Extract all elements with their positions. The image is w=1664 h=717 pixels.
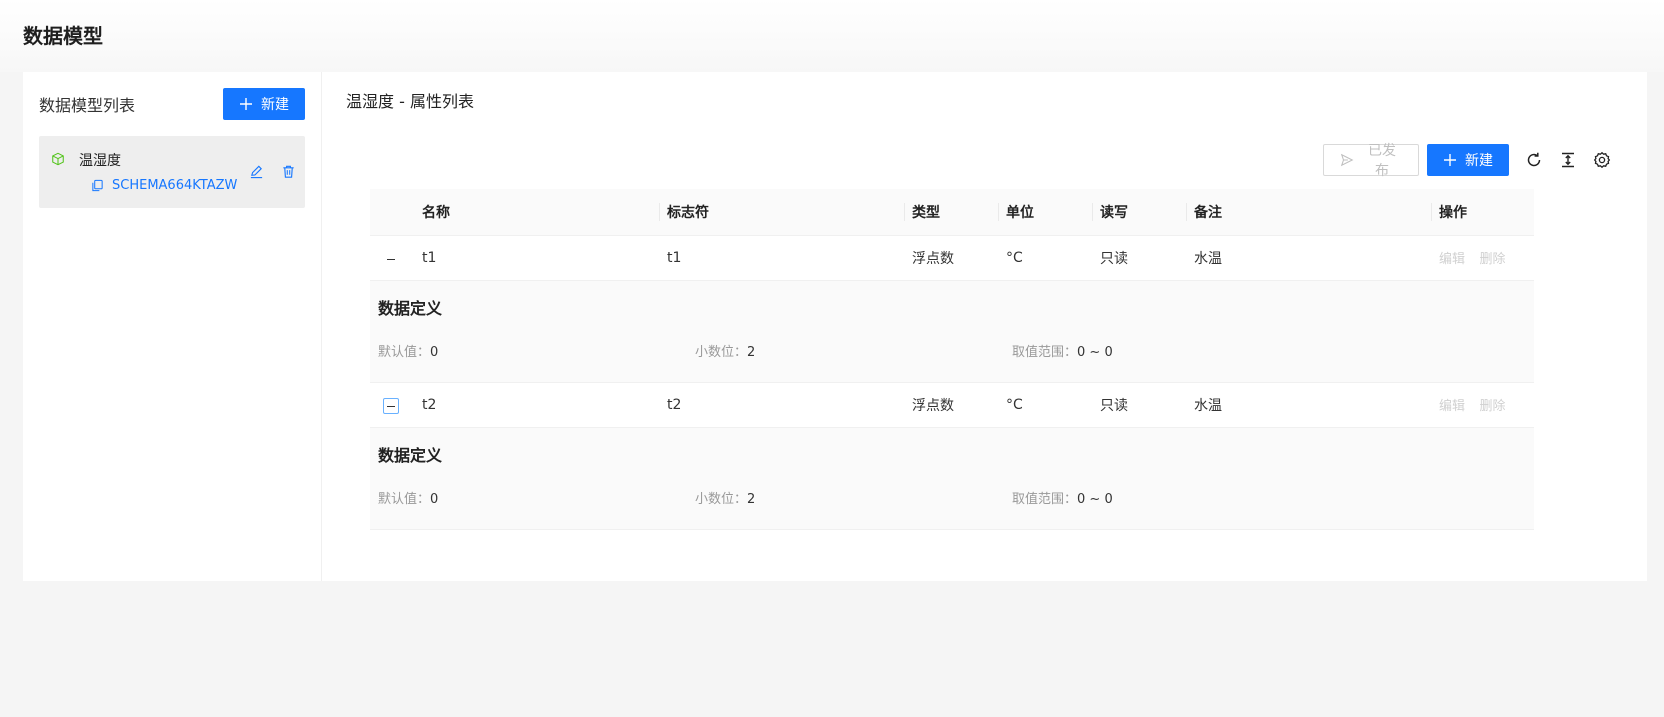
detail-default: 默认值：0 <box>378 344 439 360</box>
plus-icon <box>1443 153 1457 167</box>
new-attribute-label: 新建 <box>1465 153 1493 169</box>
edit-link[interactable]: 编辑 <box>1439 399 1465 414</box>
minus-icon <box>387 258 395 260</box>
cell-note: 水温 <box>1186 235 1431 281</box>
model-list-panel: 数据模型列表 新建 温湿度 SCHEMA664KTAZW <box>23 72 322 581</box>
expanded-detail-row: 数据定义 默认值：0 小数位：2 取值范围：0 ~ 0 <box>370 427 1534 530</box>
column-actions: 操作 <box>1431 189 1534 236</box>
new-model-button[interactable]: 新建 <box>223 88 305 120</box>
cell-type: 浮点数 <box>904 382 998 428</box>
cell-unit: °C <box>998 382 1092 428</box>
copy-icon[interactable] <box>91 179 104 192</box>
delete-link[interactable]: 删除 <box>1479 399 1505 414</box>
page-header: 数据模型 <box>0 0 1664 72</box>
detail-default: 默认值：0 <box>378 491 439 507</box>
column-type: 类型 <box>904 189 998 236</box>
model-list-item[interactable]: 温湿度 SCHEMA664KTAZW <box>39 136 305 208</box>
publish-label: 已发布 <box>1368 143 1396 179</box>
collapse-row-button[interactable] <box>383 398 399 415</box>
reload-icon[interactable] <box>1525 151 1543 169</box>
main-container: 数据模型列表 新建 温湿度 SCHEMA664KTAZW 温湿度 - 属性列表 … <box>23 72 1647 581</box>
publish-button[interactable]: 已发布 <box>1323 143 1419 179</box>
cell-note: 水温 <box>1186 382 1431 428</box>
expanded-detail-row: 数据定义 默认值：0 小数位：2 取值范围：0 ~ 0 <box>370 280 1534 383</box>
cell-identifier: t1 <box>659 235 904 281</box>
table-row: t2 t2 浮点数 °C 只读 水温 编辑 删除 <box>370 382 1534 428</box>
column-unit: 单位 <box>998 189 1092 236</box>
send-icon <box>1340 153 1354 167</box>
new-attribute-button[interactable]: 新建 <box>1427 144 1509 176</box>
table-header-row: 名称 标志符 类型 单位 读写 备注 操作 <box>370 189 1534 236</box>
column-rw: 读写 <box>1092 189 1186 236</box>
model-name: 温湿度 <box>79 153 121 169</box>
detail-decimal: 小数位：2 <box>695 491 756 507</box>
attribute-panel: 温湿度 - 属性列表 已发布 新建 名称 标志符 类型 单位 读写 备注 操作 … <box>322 72 1647 581</box>
delete-icon[interactable] <box>281 164 297 180</box>
attribute-toolbar: 已发布 新建 <box>1323 143 1611 179</box>
minus-icon <box>387 405 395 407</box>
model-schema-id[interactable]: SCHEMA664KTAZW <box>112 178 237 193</box>
cell-rw: 只读 <box>1092 382 1186 428</box>
cell-actions: 编辑 删除 <box>1431 235 1534 281</box>
cell-unit: °C <box>998 235 1092 281</box>
detail-range: 取值范围：0 ~ 0 <box>1012 344 1113 360</box>
column-name: 名称 <box>414 189 659 236</box>
page-title: 数据模型 <box>23 24 103 48</box>
cube-icon <box>51 152 67 168</box>
delete-link[interactable]: 删除 <box>1479 252 1505 267</box>
cell-name: t1 <box>414 235 659 281</box>
cell-name: t2 <box>414 382 659 428</box>
plus-icon <box>239 97 253 111</box>
collapse-row-button[interactable] <box>383 251 399 267</box>
detail-range: 取值范围：0 ~ 0 <box>1012 491 1113 507</box>
column-expand <box>370 189 414 236</box>
cell-rw: 只读 <box>1092 235 1186 281</box>
setting-icon[interactable] <box>1593 151 1611 169</box>
edit-link[interactable]: 编辑 <box>1439 252 1465 267</box>
attribute-panel-title: 温湿度 - 属性列表 <box>346 92 474 111</box>
attribute-table: 名称 标志符 类型 单位 读写 备注 操作 t1 t1 浮点数 °C 只读 水温… <box>370 189 1534 530</box>
model-list-header: 数据模型列表 新建 <box>39 88 305 120</box>
model-list-title: 数据模型列表 <box>39 96 136 115</box>
table-row: t1 t1 浮点数 °C 只读 水温 编辑 删除 <box>370 235 1534 281</box>
edit-icon[interactable] <box>249 164 265 180</box>
detail-decimal: 小数位：2 <box>695 344 756 360</box>
new-model-label: 新建 <box>261 97 289 113</box>
column-note: 备注 <box>1186 189 1431 236</box>
detail-title: 数据定义 <box>378 445 443 465</box>
column-height-icon[interactable] <box>1559 151 1577 169</box>
column-identifier: 标志符 <box>659 189 904 236</box>
cell-actions: 编辑 删除 <box>1431 382 1534 428</box>
detail-title: 数据定义 <box>378 298 443 318</box>
cell-type: 浮点数 <box>904 235 998 281</box>
cell-identifier: t2 <box>659 382 904 428</box>
